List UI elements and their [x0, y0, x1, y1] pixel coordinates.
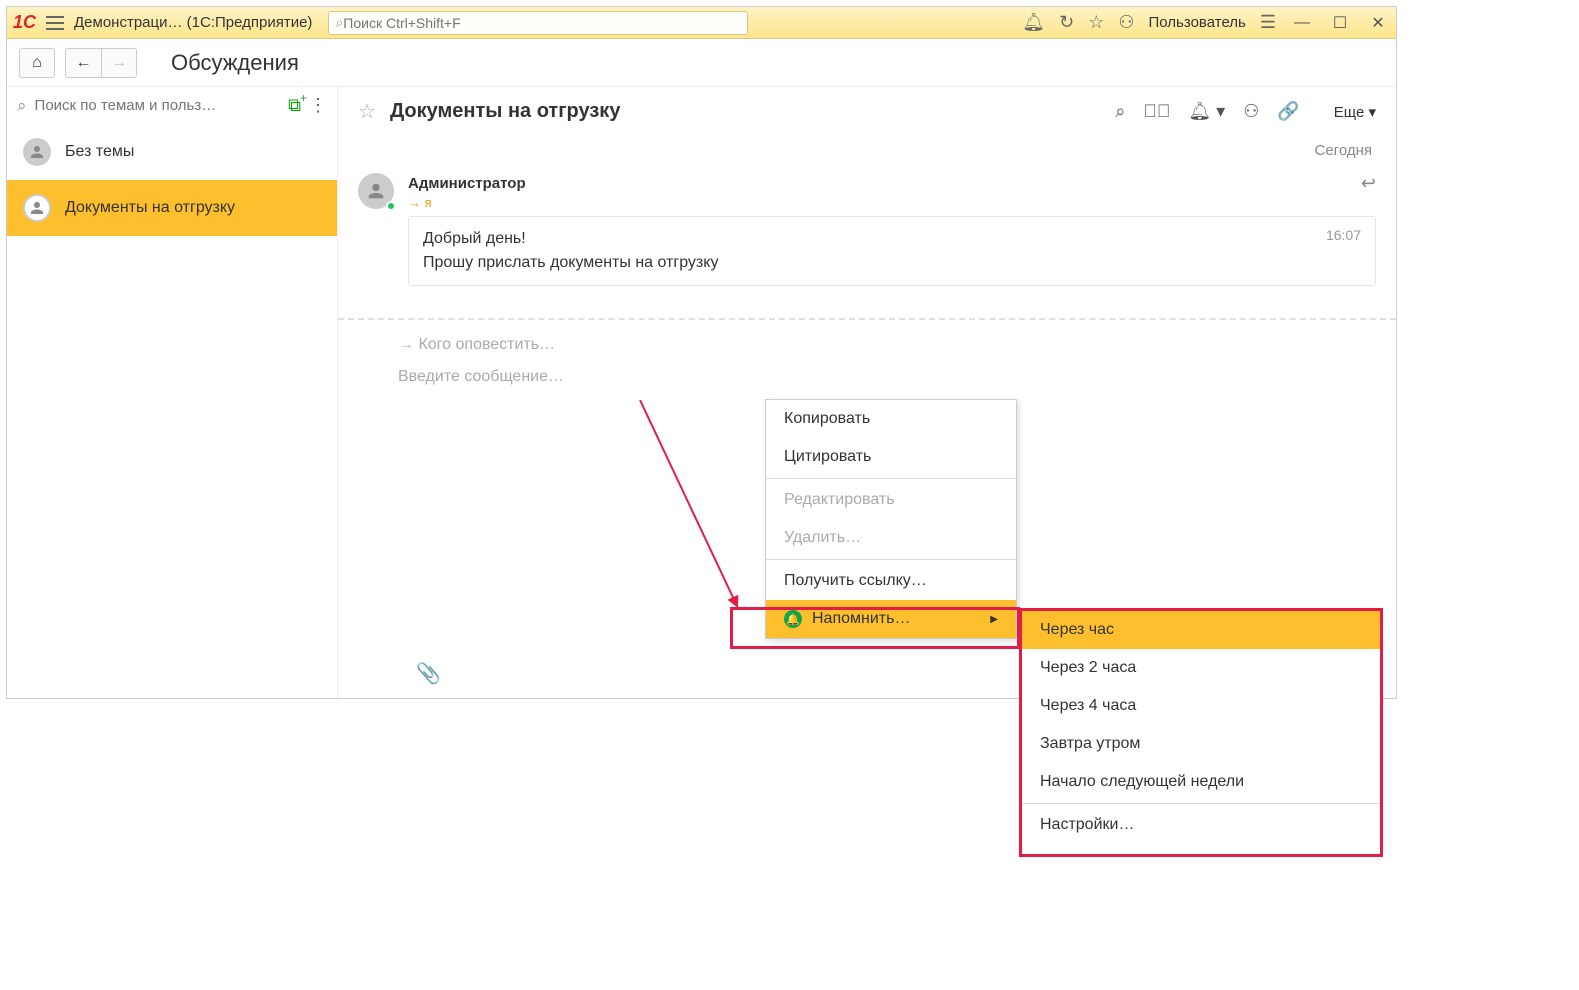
- presence-indicator: [386, 201, 396, 211]
- titlebar-search[interactable]: ⌕: [328, 11, 748, 35]
- bell-dropdown-icon[interactable]: 🔔︎ ▾: [1188, 101, 1225, 122]
- back-button[interactable]: ←: [65, 48, 101, 78]
- favorite-star-icon[interactable]: ☆: [358, 99, 376, 124]
- submenu-hour[interactable]: Через час: [1022, 611, 1380, 649]
- submenu-next-week[interactable]: Начало следующей недели: [1022, 763, 1380, 801]
- settings-icon[interactable]: ☰: [1260, 12, 1276, 33]
- history-icon[interactable]: ↻: [1059, 12, 1074, 33]
- username-label[interactable]: Пользователь: [1149, 14, 1246, 31]
- search-icon: ⌕: [17, 96, 27, 116]
- logo-1c: 1C: [13, 12, 36, 33]
- sidebar-item-no-topic[interactable]: Без темы: [7, 124, 337, 180]
- navbar: ⌂ ← → Обсуждения: [7, 39, 1396, 87]
- submenu-tomorrow[interactable]: Завтра утром: [1022, 725, 1380, 763]
- menu-quote[interactable]: Цитировать: [766, 438, 1016, 476]
- body: ⌕ ⧉+ ⋮ Без темы Документы на отгрузку ☆ …: [7, 87, 1396, 698]
- topic-title: Документы на отгрузку: [390, 100, 1097, 123]
- forward-button[interactable]: →: [101, 48, 137, 78]
- search-input[interactable]: [343, 15, 741, 31]
- titlebar: 1C Демонстраци… (1С:Предприятие) ⌕ 🔔︎ ↻ …: [7, 7, 1396, 39]
- message-row: Администратор ↩ → я 16:07 Добрый день! П…: [338, 165, 1396, 294]
- more-button[interactable]: Еще ▾: [1334, 103, 1376, 121]
- search-icon[interactable]: ⌕: [1115, 101, 1125, 122]
- submenu-four-hours[interactable]: Через 4 часа: [1022, 687, 1380, 725]
- message-body[interactable]: 16:07 Добрый день! Прошу прислать докуме…: [408, 216, 1376, 286]
- sidebar-search: ⌕ ⧉+ ⋮: [7, 87, 337, 124]
- link-icon[interactable]: 🔗: [1277, 101, 1299, 122]
- message-recipient: → я: [408, 195, 432, 210]
- page-title: Обсуждения: [171, 50, 299, 76]
- users-icon[interactable]: ⚇: [1118, 12, 1134, 33]
- message-author: Администратор: [408, 175, 526, 192]
- remind-submenu: Через час Через 2 часа Через 4 часа Завт…: [1022, 611, 1380, 854]
- bell-icon[interactable]: 🔔︎: [1022, 12, 1045, 33]
- menu-edit[interactable]: Редактировать: [766, 481, 1016, 519]
- avatar-icon: [23, 194, 51, 222]
- titlebar-icons: 🔔︎ ↻ ☆ ⚇ Пользователь ☰ — ☐ ✕: [1022, 12, 1390, 33]
- attach-icon[interactable]: 📎: [416, 661, 441, 686]
- message-time: 16:07: [1326, 227, 1361, 243]
- hamburger-icon[interactable]: [46, 16, 64, 30]
- input-area: Кого оповестить… Введите сообщение…: [338, 318, 1396, 396]
- close-button[interactable]: ✕: [1366, 13, 1390, 33]
- avatar-icon: [358, 173, 394, 209]
- kebab-icon[interactable]: ⋮: [309, 95, 327, 116]
- notify-field[interactable]: Кого оповестить…: [398, 336, 1376, 354]
- menu-get-link[interactable]: Получить ссылку…: [766, 562, 1016, 600]
- star-icon[interactable]: ☆: [1088, 12, 1104, 33]
- remind-icon: 🔔: [784, 610, 802, 628]
- new-topic-icon[interactable]: ⧉+: [288, 95, 301, 116]
- main-header: ☆ Документы на отгрузку ⌕ ▢⃞ 🔔︎ ▾ ⚇ 🔗 Ещ…: [338, 87, 1396, 136]
- sidebar-item-label: Документы на отгрузку: [65, 199, 235, 217]
- search-icon: ⌕: [335, 14, 343, 31]
- sidebar: ⌕ ⧉+ ⋮ Без темы Документы на отгрузку: [7, 87, 338, 698]
- avatar-icon: [23, 138, 51, 166]
- participants-icon[interactable]: ⚇: [1243, 101, 1259, 122]
- minimize-button[interactable]: —: [1290, 14, 1314, 32]
- submenu-two-hours[interactable]: Через 2 часа: [1022, 649, 1380, 687]
- submenu-settings[interactable]: Настройки…: [1022, 806, 1380, 844]
- sidebar-item-documents[interactable]: Документы на отгрузку: [7, 180, 337, 236]
- app-window: 1C Демонстраци… (1С:Предприятие) ⌕ 🔔︎ ↻ …: [6, 6, 1397, 699]
- sidebar-item-label: Без темы: [65, 143, 134, 161]
- app-title: Демонстраци… (1С:Предприятие): [74, 14, 312, 31]
- video-icon[interactable]: ▢⃞: [1143, 101, 1170, 122]
- sidebar-search-input[interactable]: [35, 97, 281, 114]
- message-text: Добрый день! Прошу прислать документы на…: [423, 227, 1361, 275]
- chevron-right-icon: ▶: [990, 614, 998, 625]
- message-input[interactable]: Введите сообщение…: [398, 368, 1376, 386]
- context-menu: Копировать Цитировать Редактировать Удал…: [765, 399, 1017, 639]
- reply-icon[interactable]: ↩: [1361, 173, 1376, 194]
- menu-delete[interactable]: Удалить…: [766, 519, 1016, 557]
- menu-remind[interactable]: 🔔 Напомнить… ▶: [766, 600, 1016, 638]
- menu-copy[interactable]: Копировать: [766, 400, 1016, 438]
- date-divider: Сегодня: [338, 136, 1396, 165]
- home-button[interactable]: ⌂: [19, 48, 55, 78]
- maximize-button[interactable]: ☐: [1328, 13, 1352, 33]
- remind-submenu-border: Через час Через 2 часа Через 4 часа Завт…: [1019, 608, 1383, 857]
